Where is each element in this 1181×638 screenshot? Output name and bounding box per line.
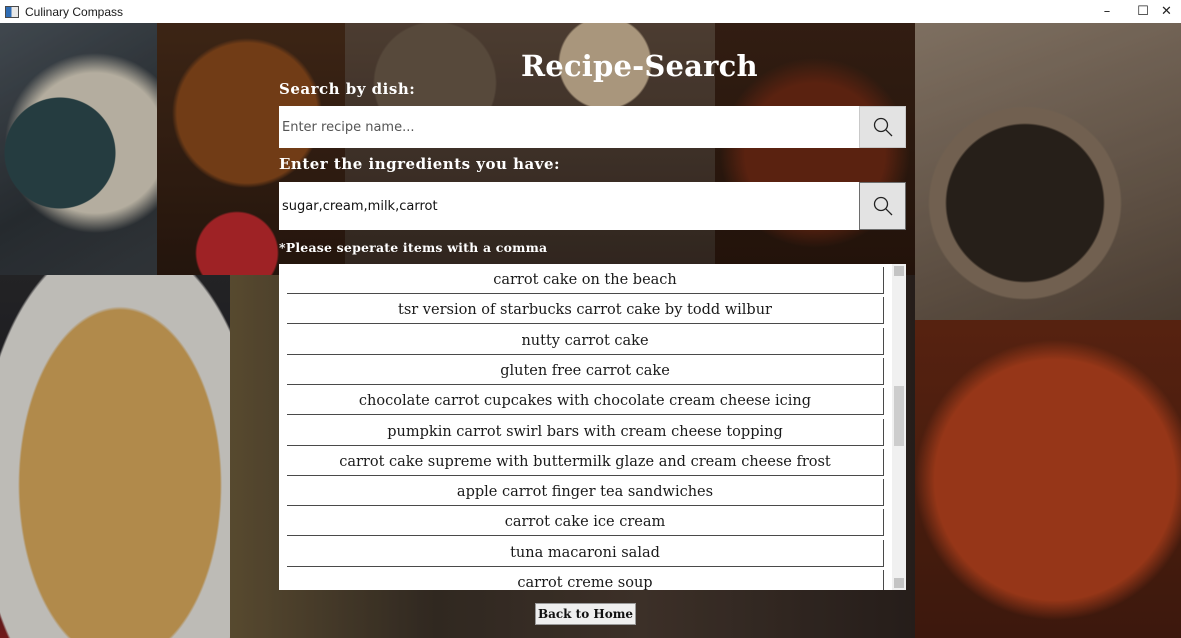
recipe-result-item[interactable]: tuna macaroni salad [287,539,884,567]
recipe-result-item[interactable]: gluten free carrot cake [287,357,884,385]
app-window-icon [5,5,19,18]
scroll-up-arrow[interactable] [894,266,904,276]
ingredient-separator-note: *Please seperate items with a comma [279,240,548,255]
recipe-result-item[interactable]: pumpkin carrot swirl bars with cream che… [287,418,884,446]
window-controls: – ☐ ✕ [1089,0,1181,23]
recipe-results-list: carrot cake on the beach tsr version of s… [279,264,906,590]
recipe-result-item[interactable]: apple carrot finger tea sandwiches [287,479,884,507]
ingredient-search-input[interactable] [279,182,859,230]
scroll-down-arrow[interactable] [894,578,904,588]
page-title: Recipe-Search [521,49,758,83]
recipe-result-item[interactable]: tsr version of starbucks carrot cake by … [287,297,884,325]
scroll-thumb[interactable] [894,386,904,446]
minimize-button[interactable]: – [1089,0,1125,23]
dish-search-input[interactable] [279,106,859,148]
recipe-result-item[interactable]: carrot cake ice cream [287,509,884,537]
recipe-result-item[interactable]: carrot cake on the beach [287,267,884,294]
recipe-result-item[interactable]: chocolate carrot cupcakes with chocolate… [287,388,884,416]
ingredient-search-button[interactable] [859,182,906,230]
results-scrollbar[interactable] [892,264,906,590]
recipe-result-item[interactable]: carrot cake supreme with buttermilk glaz… [287,448,884,476]
close-button[interactable]: ✕ [1161,0,1181,23]
window-titlebar: Culinary Compass – ☐ ✕ [0,0,1181,23]
search-icon [873,196,892,216]
maximize-button[interactable]: ☐ [1125,0,1161,23]
recipe-result-item[interactable]: carrot creme soup [287,570,884,590]
window-title: Culinary Compass [25,4,124,19]
back-to-home-button[interactable]: Back to Home [535,603,636,625]
dish-search-button[interactable] [859,106,906,148]
ingredient-search-label: Enter the ingredients you have: [279,155,561,173]
dish-search-label: Search by dish: [279,80,416,98]
recipe-result-item[interactable]: nutty carrot cake [287,327,884,355]
search-icon [873,117,892,137]
